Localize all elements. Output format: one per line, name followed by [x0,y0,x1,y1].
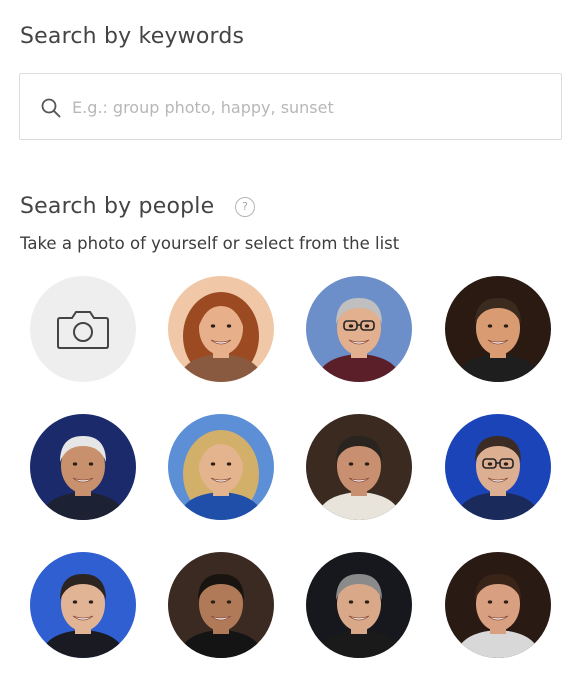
person-photo [306,276,412,382]
person-photo [168,276,274,382]
person-avatar[interactable] [445,276,551,382]
people-subtitle: Take a photo of yourself or select from … [20,234,400,253]
person-photo [445,276,551,382]
person-avatar[interactable] [306,552,412,658]
person-avatar[interactable] [306,276,412,382]
person-photo [306,414,412,520]
question-mark-icon[interactable]: ? [235,197,255,217]
keyword-search-input[interactable] [72,92,542,122]
search-icon [41,98,61,118]
person-photo [30,552,136,658]
person-photo [168,552,274,658]
keywords-section-title: Search by keywords [20,24,245,49]
take-photo-button[interactable] [30,276,136,382]
people-section-title: Search by people [20,194,215,219]
keyword-search-box[interactable] [19,73,562,140]
page: Search by keywords Search by people ? Ta… [0,0,572,673]
person-avatar[interactable] [30,414,136,520]
camera-icon [57,311,109,349]
person-avatar[interactable] [30,552,136,658]
person-photo [445,552,551,658]
person-avatar[interactable] [168,276,274,382]
person-avatar[interactable] [445,552,551,658]
person-photo [306,552,412,658]
person-avatar[interactable] [168,414,274,520]
person-avatar[interactable] [306,414,412,520]
person-avatar[interactable] [168,552,274,658]
person-avatar[interactable] [445,414,551,520]
person-photo [168,414,274,520]
people-grid [30,276,554,666]
person-photo [445,414,551,520]
person-photo [30,414,136,520]
